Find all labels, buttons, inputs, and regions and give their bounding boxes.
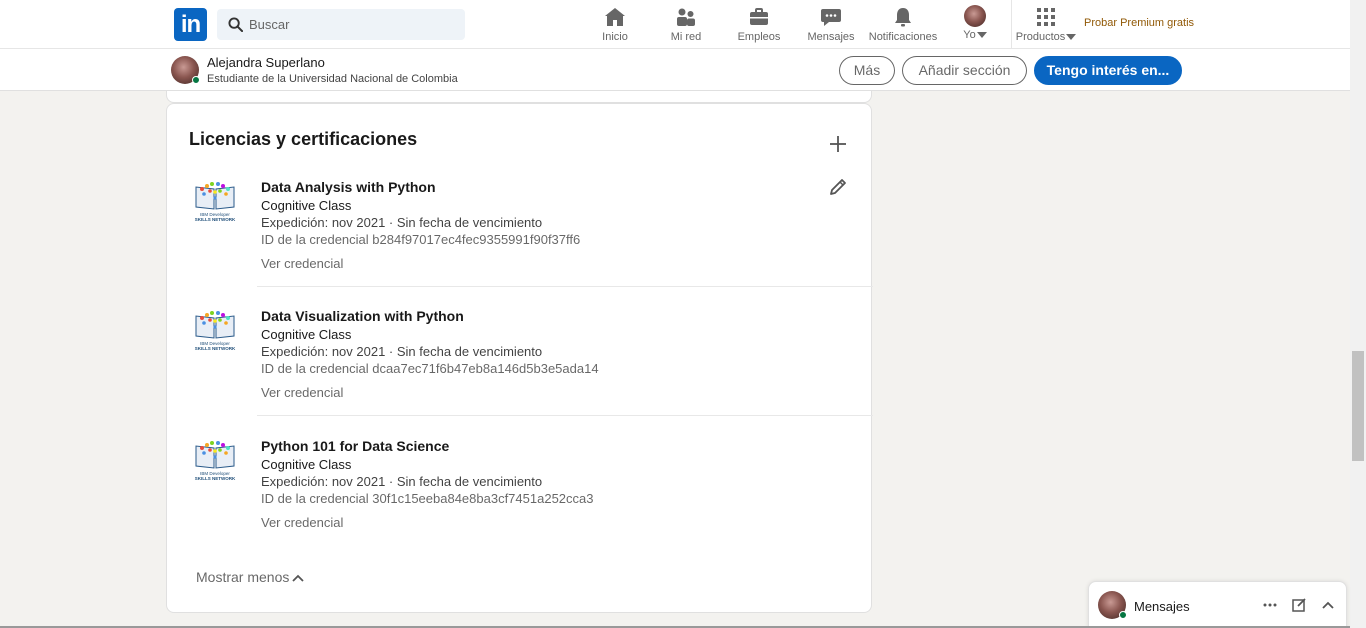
certification-name: Data Visualization with Python: [261, 308, 464, 324]
global-nav: in Buscar Inicio Mi red Empleos Mensajes…: [0, 0, 1350, 49]
certification-issue-date: Expedición: nov 2021 · Sin fecha de venc…: [261, 474, 543, 489]
nav-item-network[interactable]: Mi red: [666, 5, 706, 45]
certification-issue-date: Expedición: nov 2021 · Sin fecha de venc…: [261, 215, 543, 230]
briefcase-icon: [750, 8, 768, 25]
show-less-label: Mostrar menos: [196, 569, 290, 585]
certification-issuer: Cognitive Class: [261, 457, 352, 472]
previous-section-card: [166, 91, 872, 103]
licenses-certifications-card: Licencias y certificaciones IBM Develope…: [166, 103, 873, 613]
messaging-overlay[interactable]: Mensajes: [1088, 581, 1347, 628]
nav-item-label: Mensajes: [807, 31, 855, 43]
scrollbar-track[interactable]: [1350, 0, 1366, 628]
view-credential-link[interactable]: Ver credencial: [261, 385, 343, 400]
certification-name: Python 101 for Data Science: [261, 438, 450, 454]
divider: [257, 286, 873, 287]
profile-sticky-bar: Alejandra Superlano Estudiante de la Uni…: [0, 49, 1350, 91]
certification-issuer: Cognitive Class: [261, 198, 352, 213]
nav-item-label: Yo: [958, 29, 992, 41]
credential-id: ID de la credencial dcaa7ec71f6b47eb8a14…: [261, 361, 599, 376]
add-section-button[interactable]: Añadir sección: [902, 56, 1027, 85]
nav-item-products[interactable]: Productos: [1015, 5, 1077, 45]
nav-item-me[interactable]: Yo: [958, 5, 992, 45]
linkedin-logo[interactable]: in: [174, 8, 207, 41]
chevron-up-icon: [292, 575, 304, 582]
more-options-icon[interactable]: [1261, 596, 1279, 614]
messaging-title: Mensajes: [1134, 599, 1190, 614]
view-credential-link[interactable]: Ver credencial: [261, 256, 343, 271]
search-icon: [228, 17, 243, 32]
nav-item-jobs[interactable]: Empleos: [737, 5, 781, 45]
certification-name: Data Analysis with Python: [261, 179, 436, 195]
search-placeholder: Buscar: [249, 17, 290, 32]
scrollbar-thumb[interactable]: [1352, 351, 1364, 461]
search-input[interactable]: Buscar: [217, 9, 465, 40]
avatar: [964, 5, 986, 27]
credential-id: ID de la credencial 30f1c15eeba84e8ba3cf…: [261, 491, 594, 506]
home-icon: [605, 8, 625, 26]
compose-message-icon[interactable]: [1290, 596, 1308, 614]
more-button[interactable]: Más: [839, 56, 895, 85]
open-to-button[interactable]: Tengo interés en...: [1034, 56, 1182, 85]
online-status-indicator: [192, 76, 200, 84]
ibm-developer-skills-network-logo: IBM Developer SKILLS NETWORK: [195, 311, 236, 351]
add-icon[interactable]: [827, 133, 849, 155]
caret-down-icon: [976, 32, 987, 39]
profile-name: Alejandra Superlano: [207, 55, 325, 70]
chevron-up-icon[interactable]: [1319, 596, 1337, 614]
logo-text: SKILLS NETWORK: [195, 346, 236, 351]
nav-item-label: Inicio: [602, 31, 628, 43]
caret-down-icon: [1066, 34, 1077, 41]
certification-issuer: Cognitive Class: [261, 327, 352, 342]
network-icon: [677, 8, 695, 26]
divider: [257, 415, 873, 416]
edit-pencil-icon[interactable]: [827, 176, 849, 198]
ibm-developer-skills-network-logo: IBM Developer SKILLS NETWORK: [195, 182, 236, 222]
online-status-indicator: [1119, 611, 1127, 619]
certification-issue-date: Expedición: nov 2021 · Sin fecha de venc…: [261, 344, 543, 359]
nav-item-label: Empleos: [737, 31, 781, 43]
view-credential-link[interactable]: Ver credencial: [261, 515, 343, 530]
grid-icon: [1037, 8, 1055, 26]
nav-item-home[interactable]: Inicio: [595, 5, 635, 45]
nav-item-label: Notificaciones: [868, 31, 938, 43]
nav-item-notifications[interactable]: Notificaciones: [868, 5, 938, 45]
try-premium-link[interactable]: Probar Premium gratis: [1084, 17, 1194, 29]
section-title: Licencias y certificaciones: [189, 129, 418, 149]
logo-text: SKILLS NETWORK: [195, 217, 236, 222]
show-less-button[interactable]: Mostrar menos: [196, 569, 305, 585]
ibm-developer-skills-network-logo: IBM Developer SKILLS NETWORK: [195, 441, 236, 481]
bell-icon: [895, 8, 911, 27]
nav-item-label: Productos: [1015, 31, 1077, 43]
nav-item-label: Mi red: [670, 31, 702, 43]
messaging-icon: [821, 9, 841, 26]
nav-item-messaging[interactable]: Mensajes: [806, 5, 856, 45]
logo-text: SKILLS NETWORK: [195, 476, 236, 481]
nav-divider: [1011, 0, 1012, 49]
credential-id: ID de la credencial b284f97017ec4fec9355…: [261, 232, 581, 247]
profile-headline: Estudiante de la Universidad Nacional de…: [207, 73, 458, 85]
